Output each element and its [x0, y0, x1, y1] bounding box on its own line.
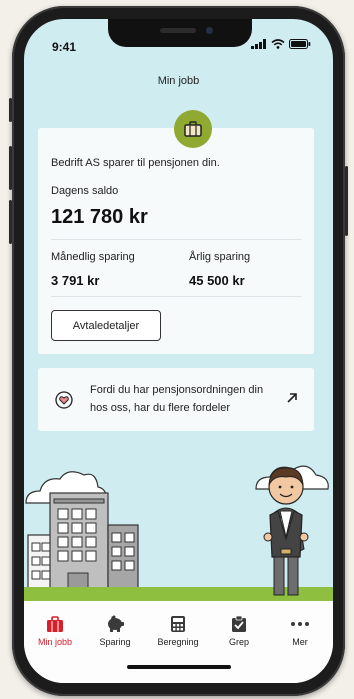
home-indicator — [127, 665, 231, 669]
briefcase-badge — [174, 110, 212, 148]
tab-mer[interactable]: Mer — [270, 615, 330, 647]
illustration-scene — [24, 465, 333, 601]
tab-label: Beregning — [157, 637, 199, 647]
more-dots-icon — [291, 622, 309, 626]
clipboard-check-icon — [232, 615, 246, 632]
status-icons — [251, 39, 311, 49]
tab-beregning[interactable]: Beregning — [148, 615, 208, 647]
yearly-savings-label: Årlig sparing — [189, 251, 251, 263]
divider — [51, 296, 302, 297]
wifi-icon — [271, 39, 285, 49]
benefits-text: Fordi du har pensjonsordningen din hos o… — [90, 384, 264, 414]
office-buildings — [27, 492, 139, 600]
front-camera — [206, 27, 213, 34]
person-illustration — [263, 467, 309, 596]
arrow-up-right-icon — [287, 393, 297, 403]
app-screen: 9:41 Min jobb Bedrift AS sparer til pens… — [24, 19, 333, 683]
notch — [108, 19, 252, 47]
speaker — [160, 28, 196, 33]
benefits-banner[interactable]: Fordi du har pensjonsordningen din hos o… — [38, 368, 314, 431]
tab-sparing[interactable]: Sparing — [85, 615, 145, 647]
yearly-savings-value: 45 500 kr — [189, 273, 245, 288]
battery-icon — [289, 39, 311, 49]
tab-grep[interactable]: Grep — [209, 615, 269, 647]
piggy-bank-icon — [108, 615, 124, 632]
briefcase-icon — [184, 121, 202, 137]
briefcase-icon — [47, 616, 63, 632]
savings-intro: Bedrift AS sparer til pensjonen din. — [51, 157, 220, 169]
tab-label: Mer — [292, 637, 308, 647]
grass — [24, 587, 333, 601]
monthly-savings-value: 3 791 kr — [51, 273, 100, 288]
tab-label: Min jobb — [37, 637, 73, 647]
signal-icon — [251, 39, 266, 49]
page-title: Min jobb — [157, 75, 200, 87]
divider — [51, 239, 302, 240]
calculator-icon — [171, 616, 185, 632]
status-time: 9:41 — [52, 40, 77, 54]
tab-label: Sparing — [99, 637, 131, 647]
balance-value: 121 780 kr — [51, 206, 148, 228]
heart-icon — [55, 391, 73, 409]
agreement-details-button[interactable]: Avtaledetaljer — [51, 310, 161, 341]
monthly-savings-label: Månedlig sparing — [51, 251, 135, 263]
balance-label: Dagens saldo — [51, 185, 119, 197]
tab-bar: Min jobb Sparing Beregning Grep Mer — [24, 601, 333, 683]
tab-min-jobb[interactable]: Min jobb — [25, 615, 85, 647]
tab-label: Grep — [228, 637, 249, 647]
savings-card: Bedrift AS sparer til pensjonen din. Dag… — [38, 128, 314, 354]
